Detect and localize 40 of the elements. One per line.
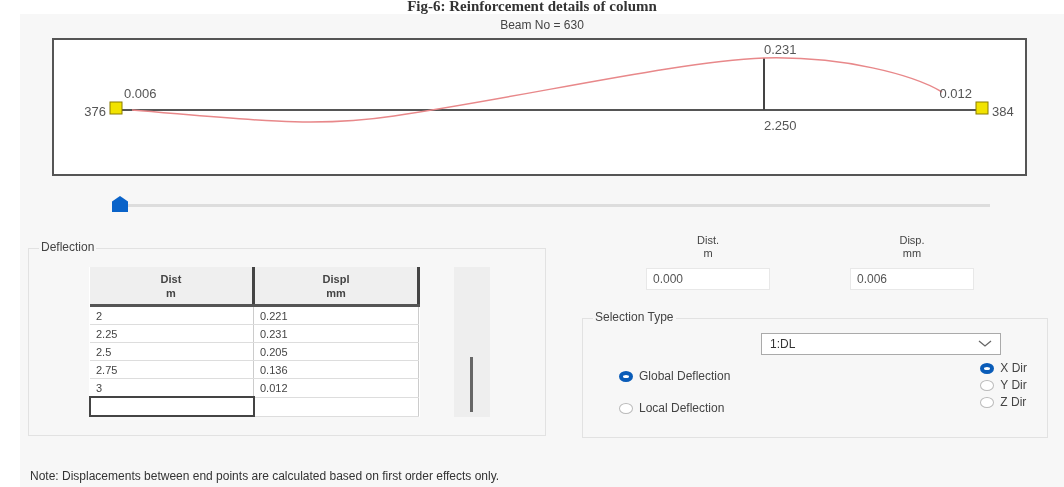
max-marker-line (763, 57, 765, 111)
node-label: 384 (992, 104, 1014, 119)
value-label: 0.012 (939, 86, 972, 101)
column-header: Dist m (90, 267, 254, 306)
table-cell: 2.75 (90, 360, 254, 379)
node-marker (975, 101, 989, 115)
distance-field[interactable]: 0.000 (646, 268, 770, 290)
mode-radio[interactable]: Local Deflection (619, 401, 731, 415)
value-label: 0.231 (764, 42, 797, 57)
field-label: Disp. mm (899, 234, 925, 260)
scrollbar[interactable] (454, 267, 490, 417)
direction-radio[interactable]: X Dir (980, 361, 1027, 375)
node-marker (109, 101, 123, 115)
value-label: 0.006 (124, 86, 157, 101)
group-title: Deflection (39, 240, 97, 254)
column-header: Displ mm (253, 267, 419, 306)
table-cell: 0.012 (253, 378, 419, 397)
direction-radio[interactable]: Z Dir (980, 395, 1027, 409)
slider-thumb[interactable] (112, 196, 128, 212)
table-cell: 0.136 (253, 360, 419, 379)
chevron-icon (978, 340, 992, 348)
table-cell: 2 (90, 305, 254, 325)
displacement-field[interactable]: 0.006 (850, 268, 974, 290)
figure-caption: Fig-6: Reinforcement details of column (406, 0, 658, 14)
load-case-dropdown[interactable]: 1:DL (761, 333, 1001, 355)
table-cell: 0.221 (253, 305, 419, 325)
table-cell: 0.231 (253, 324, 419, 343)
field-label: Dist. m (697, 234, 719, 260)
table-cell: 3 (90, 378, 254, 397)
table-cell: 2.5 (90, 342, 254, 361)
mode-radio[interactable]: Global Deflection (619, 369, 731, 383)
node-label: 376 (84, 104, 106, 119)
position-label: 2.250 (764, 118, 797, 133)
direction-radio[interactable]: Y Dir (980, 378, 1027, 392)
beam-title: Beam No = 630 (499, 18, 585, 34)
group-title: Selection Type (593, 310, 676, 324)
note-text: Note: Displacements between end points are calculated based on first order effects only. (30, 469, 500, 483)
table-cell: 2.25 (90, 324, 254, 343)
edit-cell[interactable] (90, 397, 254, 416)
table-cell: 0.205 (253, 342, 419, 361)
